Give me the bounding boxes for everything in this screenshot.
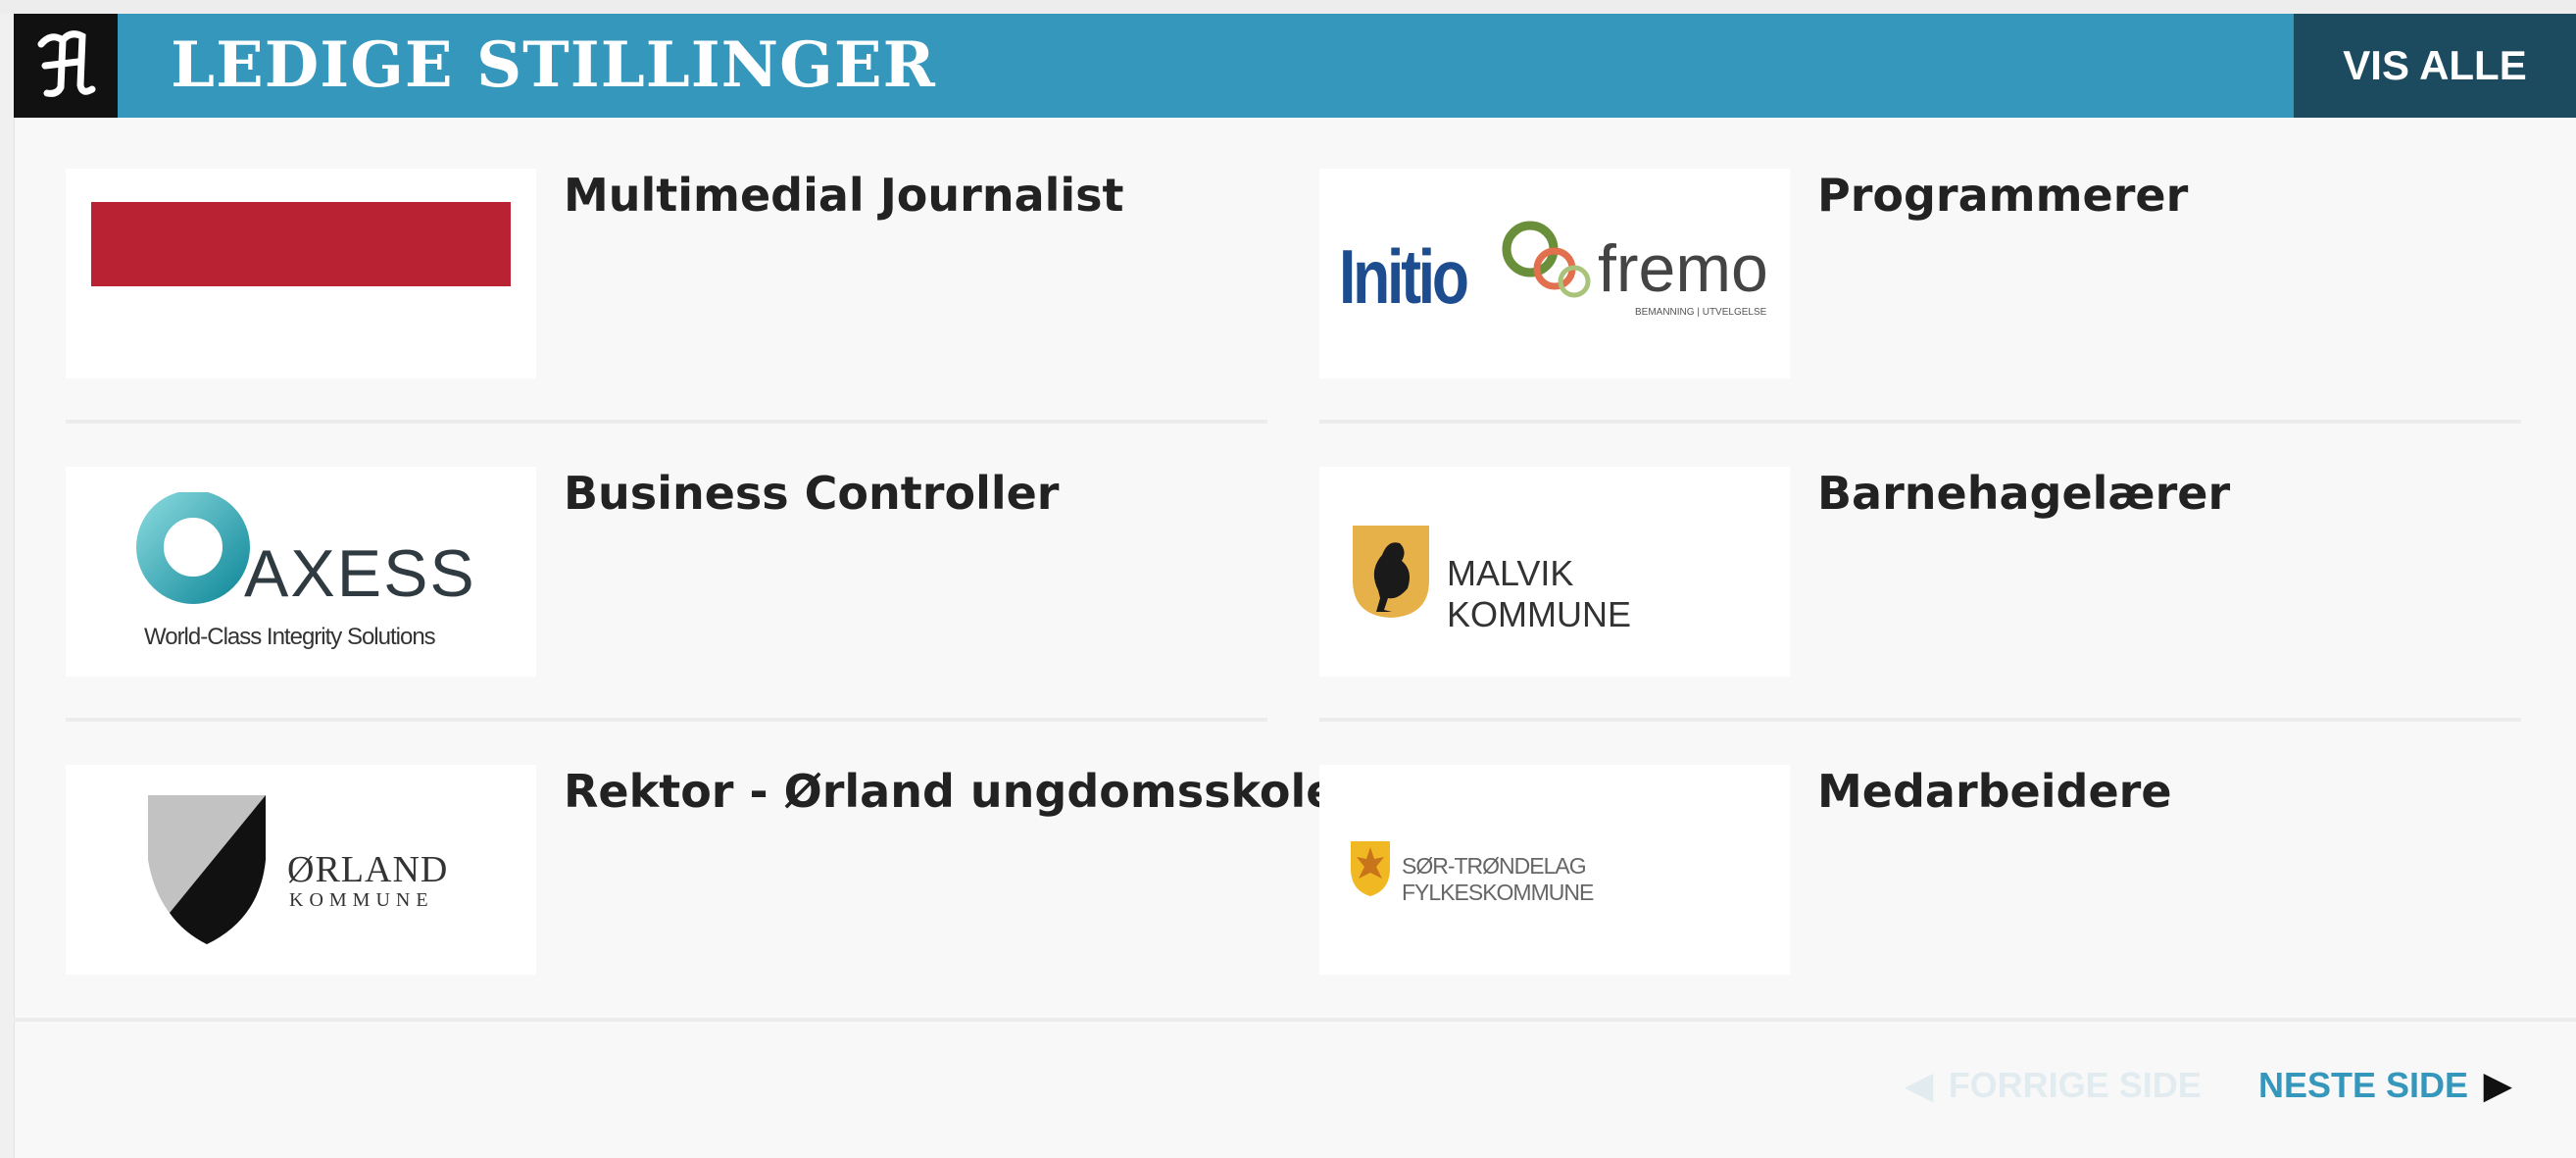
employer-logo[interactable] (66, 169, 536, 378)
axess-logo: AXESS World-Class Integrity Solutions (124, 488, 477, 655)
widget-title: LEDIGE STILLINGER (171, 28, 936, 102)
row-divider (1319, 718, 2521, 722)
forrige-side-label: FORRIGE SIDE (1948, 1065, 2202, 1105)
employer-logo[interactable]: MALVIK KOMMUNE (1319, 467, 1790, 677)
job-listing-4[interactable]: MALVIK KOMMUNE Barnehagelærer (1319, 467, 2521, 677)
sor-trondelag-wordmark: SØR-TRØNDELAG FYLKESKOMMUNE (1402, 853, 1594, 905)
job-title-link[interactable]: Programmerer (1817, 169, 2188, 222)
initio-wordmark: Initio (1339, 233, 1469, 320)
job-title-link[interactable]: Medarbeidere (1817, 765, 2172, 818)
job-listing-1[interactable]: Multimedial Journalist (66, 169, 1267, 378)
arrow-left-icon: ◀ (1906, 1065, 1933, 1105)
forrige-side-link[interactable]: ◀ FORRIGE SIDE (1906, 1065, 2202, 1106)
logo-glyph-svg (37, 30, 96, 97)
orland-shield-icon (148, 795, 266, 944)
malvik-logo: MALVIK KOMMUNE (1349, 518, 1760, 634)
fremo-wordmark: fremo (1598, 231, 1768, 306)
job-listing-2[interactable]: Initio fremo BEMANNING | UTVELGELSE Prog… (1319, 169, 2521, 378)
job-listing-5[interactable]: ØRLAND KOMMUNE Rektor - Ørland ungdomssk… (66, 765, 1336, 975)
fremo-tagline: BEMANNING | UTVELGELSE (1635, 307, 1767, 318)
orland-wordmark: ØRLAND (287, 849, 449, 890)
vis-alle-button[interactable]: VIS ALLE (2294, 14, 2576, 118)
sor-trondelag-coat-of-arms-icon (1351, 841, 1390, 896)
job-title-link[interactable]: Business Controller (564, 467, 1059, 520)
neste-side-link[interactable]: NESTE SIDE ▶ (2258, 1065, 2511, 1106)
orland-logo: ØRLAND KOMMUNE (144, 791, 458, 948)
axess-tagline: World-Class Integrity Solutions (144, 624, 436, 650)
malvik-coat-of-arms-icon (1353, 526, 1429, 618)
job-listing-6[interactable]: SØR-TRØNDELAG FYLKESKOMMUNE Medarbeidere (1319, 765, 2521, 975)
sor-trondelag-logo: SØR-TRØNDELAG FYLKESKOMMUNE (1349, 835, 1760, 905)
axess-wordmark: AXESS (244, 536, 476, 611)
row-divider (1319, 420, 2521, 424)
fremo-rings-icon (1502, 221, 1591, 298)
row-divider (66, 718, 1267, 722)
job-title-link[interactable]: Barnehagelærer (1817, 467, 2230, 520)
employer-logo[interactable]: ØRLAND KOMMUNE (66, 765, 536, 975)
employer-logo[interactable]: Initio fremo BEMANNING | UTVELGELSE (1319, 169, 1790, 378)
arrow-right-icon: ▶ (2484, 1065, 2511, 1105)
job-listing-3[interactable]: AXESS World-Class Integrity Solutions Bu… (66, 467, 1267, 677)
initio-fremo-logo: Initio fremo BEMANNING | UTVELGELSE (1339, 205, 1770, 342)
row-divider (66, 420, 1267, 424)
job-title-link[interactable]: Rektor - Ørland ungdomsskole (564, 765, 1336, 818)
footer-divider (14, 1018, 2576, 1022)
orland-tagline: KOMMUNE (289, 889, 434, 911)
widget-header: LEDIGE STILLINGER VIS ALLE (14, 14, 2576, 118)
malvik-wordmark: MALVIK KOMMUNE (1447, 553, 1631, 634)
red-bar-logo (91, 202, 511, 286)
job-title-link[interactable]: Multimedial Journalist (564, 169, 1124, 222)
neste-side-label: NESTE SIDE (2258, 1065, 2469, 1105)
axess-ring-icon (136, 492, 250, 604)
top-strip (0, 0, 2576, 14)
employer-logo[interactable]: AXESS World-Class Integrity Solutions (66, 467, 536, 677)
employer-logo[interactable]: SØR-TRØNDELAG FYLKESKOMMUNE (1319, 765, 1790, 975)
newspaper-logo-icon[interactable] (14, 14, 118, 118)
